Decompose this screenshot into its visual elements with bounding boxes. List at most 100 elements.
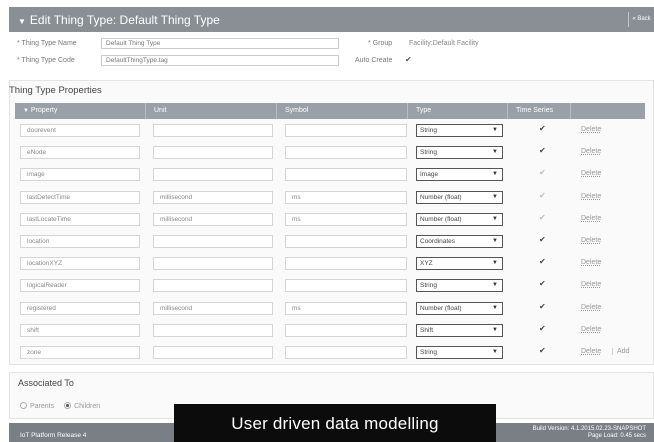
type-select-value: String bbox=[420, 127, 437, 134]
table-row: eNode String ▼ ✔ Delete bbox=[15, 141, 645, 163]
type-select[interactable]: Shift ▼ bbox=[416, 323, 503, 337]
property-name-input[interactable]: zone bbox=[20, 346, 140, 359]
type-select-value: Number (float) bbox=[420, 304, 462, 312]
symbol-input[interactable] bbox=[285, 323, 407, 337]
table-row: locationXYZ XYZ ▼ ✔ Delete bbox=[15, 252, 645, 274]
thing-type-properties-title: Thing Type Properties bbox=[9, 85, 102, 96]
table-row: lastDetectTime millisecond ms Number (float… bbox=[15, 186, 645, 208]
type-select[interactable]: String ▼ bbox=[416, 146, 503, 160]
type-select[interactable]: Number (float) ▼ bbox=[416, 212, 503, 226]
type-select-value: Shift bbox=[420, 326, 434, 334]
type-select[interactable]: XYZ ▼ bbox=[416, 257, 503, 271]
column-header-symbol[interactable]: Symbol bbox=[277, 103, 408, 119]
delete-link[interactable]: Delete bbox=[581, 281, 601, 288]
delete-link[interactable]: Delete bbox=[581, 259, 601, 266]
release-label: IoT Platform Release 4 bbox=[20, 432, 87, 439]
unit-input[interactable] bbox=[153, 146, 273, 160]
caret-down-icon[interactable]: ▼ bbox=[18, 17, 26, 26]
property-name-input[interactable]: shift bbox=[20, 323, 140, 337]
unit-input[interactable] bbox=[153, 323, 273, 337]
delete-link[interactable]: Delete bbox=[581, 170, 601, 177]
property-name-input[interactable]: registered bbox=[20, 301, 140, 315]
property-name-input[interactable]: location bbox=[20, 235, 140, 248]
children-radio[interactable]: Children bbox=[64, 402, 101, 410]
property-name-input[interactable]: doorevent bbox=[20, 124, 140, 137]
time-series-checkbox[interactable]: ✔ bbox=[539, 302, 546, 311]
unit-input[interactable] bbox=[153, 257, 273, 271]
symbol-input[interactable] bbox=[285, 235, 407, 248]
property-name-input[interactable]: image bbox=[20, 168, 140, 182]
type-select[interactable]: String ▼ bbox=[416, 279, 503, 293]
group-label: * Group bbox=[368, 40, 393, 47]
parents-radio[interactable]: Parents bbox=[20, 402, 54, 410]
delete-link[interactable]: Delete bbox=[581, 326, 601, 333]
column-header-unit[interactable]: Unit bbox=[146, 103, 277, 119]
symbol-input[interactable]: ms bbox=[285, 301, 407, 315]
time-series-checkbox[interactable]: ✔ bbox=[539, 324, 546, 333]
column-header-time-series[interactable]: Time Series bbox=[508, 103, 571, 119]
delete-link[interactable]: Delete bbox=[581, 126, 601, 133]
type-select[interactable]: Number (float) ▼ bbox=[416, 301, 503, 315]
children-radio-label: Children bbox=[74, 403, 101, 410]
unit-input[interactable]: millisecond bbox=[153, 301, 273, 315]
unit-input[interactable] bbox=[153, 124, 273, 137]
table-row: shift Shift ▼ ✔ Delete bbox=[15, 319, 645, 341]
symbol-input[interactable] bbox=[285, 257, 407, 271]
dropdown-arrow-icon: ▼ bbox=[492, 127, 498, 133]
type-select[interactable]: String ▼ bbox=[416, 124, 503, 137]
time-series-checkbox[interactable]: ✔ bbox=[539, 146, 546, 155]
property-name-input[interactable]: logicalReader bbox=[20, 279, 140, 293]
type-select[interactable]: String ▼ bbox=[416, 346, 503, 359]
page-title-text: Edit Thing Type: Default Thing Type bbox=[29, 13, 220, 27]
time-series-checkbox[interactable]: ✔ bbox=[539, 235, 546, 244]
time-series-checkbox[interactable]: ✔ bbox=[539, 257, 546, 266]
auto-create-checkbox[interactable]: ✔ bbox=[405, 55, 412, 64]
dropdown-arrow-icon: ▼ bbox=[492, 326, 498, 333]
property-name-input[interactable]: lastDetectTime bbox=[20, 190, 140, 204]
thing-type-code-input[interactable]: DefaultThingType.tag bbox=[101, 55, 339, 66]
time-series-checkbox[interactable]: ✔ bbox=[539, 168, 546, 177]
time-series-checkbox[interactable]: ✔ bbox=[539, 191, 546, 200]
symbol-input[interactable] bbox=[285, 346, 407, 359]
type-select-value: String bbox=[420, 282, 437, 290]
delete-link[interactable]: Delete bbox=[581, 148, 601, 155]
group-value[interactable]: Facility:Default Facility bbox=[409, 40, 479, 47]
symbol-input[interactable] bbox=[285, 168, 407, 182]
time-series-checkbox[interactable]: ✔ bbox=[539, 213, 546, 222]
time-series-checkbox[interactable]: ✔ bbox=[539, 124, 546, 133]
children-radio-circle[interactable] bbox=[64, 402, 72, 409]
property-name-input[interactable]: lastLocateTime bbox=[20, 212, 140, 226]
symbol-input[interactable] bbox=[285, 279, 407, 293]
unit-input[interactable] bbox=[153, 235, 273, 248]
unit-input[interactable] bbox=[153, 168, 273, 182]
type-select[interactable]: Image ▼ bbox=[416, 168, 503, 182]
time-series-checkbox[interactable]: ✔ bbox=[539, 346, 546, 355]
property-name-input[interactable]: eNode bbox=[20, 146, 140, 160]
add-link[interactable]: Add bbox=[612, 348, 629, 355]
table-row: zone String ▼ ✔ Delete Add bbox=[15, 341, 645, 363]
back-button[interactable]: « Back bbox=[628, 12, 654, 27]
thing-type-name-input[interactable]: Default Thing Type bbox=[101, 38, 339, 49]
unit-input[interactable] bbox=[153, 279, 273, 293]
column-header-property[interactable]: ▼ Property bbox=[15, 103, 146, 119]
delete-link[interactable]: Delete bbox=[581, 348, 601, 355]
table-row: image Image ▼ ✔ Delete bbox=[15, 163, 645, 185]
type-select[interactable]: Coordinates ▼ bbox=[416, 235, 503, 248]
unit-input[interactable]: millisecond bbox=[153, 190, 273, 204]
time-series-checkbox[interactable]: ✔ bbox=[539, 279, 546, 288]
delete-link[interactable]: Delete bbox=[581, 215, 601, 222]
dropdown-arrow-icon: ▼ bbox=[492, 171, 498, 178]
symbol-input[interactable] bbox=[285, 146, 407, 160]
delete-link[interactable]: Delete bbox=[581, 193, 601, 200]
property-name-input[interactable]: locationXYZ bbox=[20, 257, 140, 271]
unit-input[interactable] bbox=[153, 346, 273, 359]
symbol-input[interactable] bbox=[285, 124, 407, 137]
symbol-input[interactable]: ms bbox=[285, 190, 407, 204]
delete-link[interactable]: Delete bbox=[581, 237, 601, 244]
type-select[interactable]: Number (float) ▼ bbox=[416, 190, 503, 204]
symbol-input[interactable]: ms bbox=[285, 212, 407, 226]
column-header-type[interactable]: Type bbox=[408, 103, 508, 119]
unit-input[interactable]: millisecond bbox=[153, 212, 273, 226]
parents-radio-circle[interactable] bbox=[20, 402, 27, 409]
delete-link[interactable]: Delete bbox=[581, 304, 601, 311]
